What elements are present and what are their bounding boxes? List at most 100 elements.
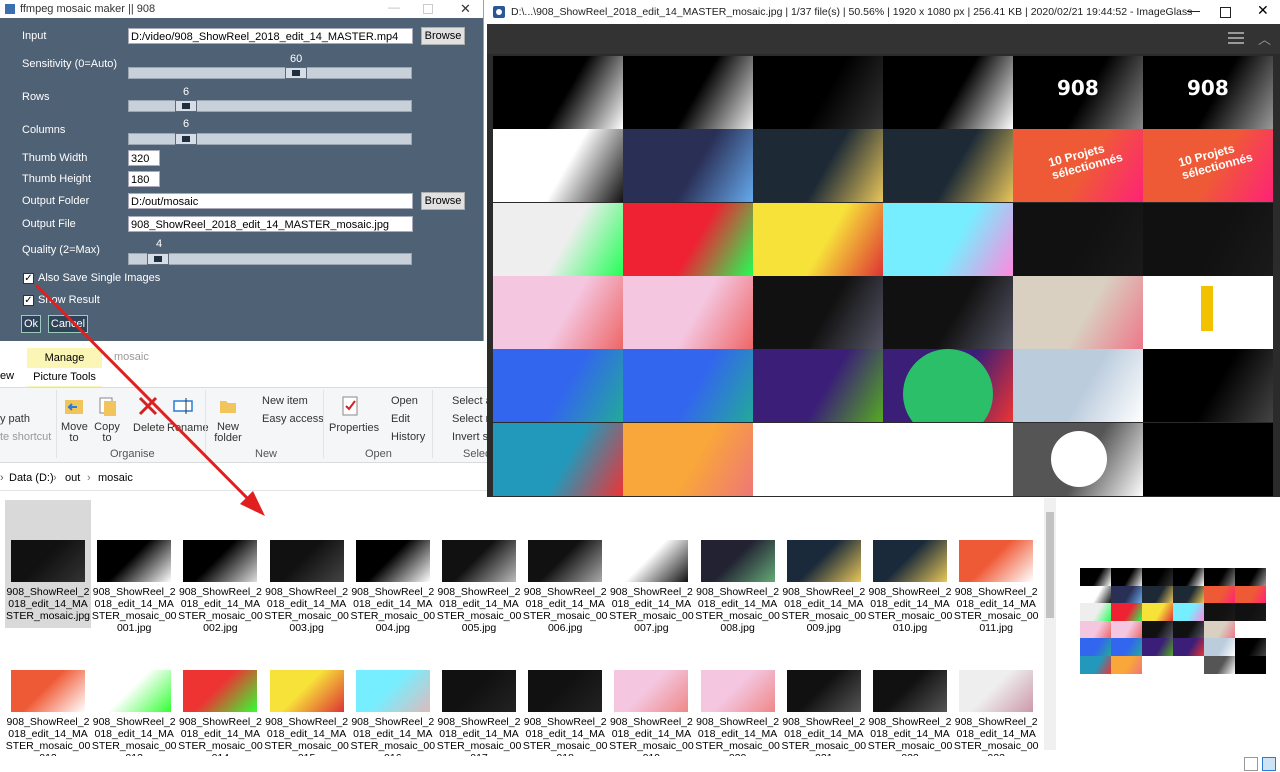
- file-name: 908_ShowReel_2018_edit_14_MASTER_mosaic_…: [609, 586, 694, 634]
- open-button[interactable]: Open: [391, 395, 418, 407]
- mosaic-tile: [1143, 202, 1273, 276]
- file-item[interactable]: 908_ShowReel_2018_edit_14_MASTER_mosaic_…: [867, 630, 953, 764]
- preview-tile: [1111, 568, 1142, 586]
- file-item[interactable]: 908_ShowReel_2018_edit_14_MASTER_mosaic_…: [177, 500, 263, 634]
- file-item[interactable]: 908_ShowReel_2018_edit_14_MASTER_mosaic_…: [953, 630, 1039, 764]
- file-name: 908_ShowReel_2018_edit_14_MASTER_mosaic_…: [91, 586, 177, 634]
- show-result-checkbox[interactable]: ✓: [23, 295, 34, 306]
- rows-slider-handle[interactable]: [175, 100, 197, 112]
- file-item[interactable]: 908_ShowReel_2018_edit_14_MASTER_mosaic_…: [5, 630, 91, 764]
- columns-slider-handle[interactable]: [175, 133, 197, 145]
- breadcrumb-out[interactable]: out: [65, 472, 80, 484]
- cancel-button[interactable]: Cancel: [48, 315, 88, 333]
- browse-output-button[interactable]: Browse: [421, 192, 465, 210]
- file-item[interactable]: 908_ShowReel_2018_edit_14_MASTER_mosaic_…: [695, 500, 781, 634]
- rows-value: 6: [183, 86, 190, 98]
- paste-shortcut-button[interactable]: te shortcut: [0, 431, 51, 443]
- maximize-icon[interactable]: [1220, 7, 1231, 18]
- sensitivity-label: Sensitivity (0=Auto): [22, 58, 118, 70]
- file-item[interactable]: 908_ShowReel_2018_edit_14_MASTER_mosaic.…: [5, 500, 91, 628]
- chevron-up-icon[interactable]: ︿: [1258, 29, 1271, 48]
- file-item[interactable]: 908_ShowReel_2018_edit_14_MASTER_mosaic_…: [867, 500, 953, 634]
- file-item[interactable]: 908_ShowReel_2018_edit_14_MASTER_mosaic_…: [522, 630, 608, 764]
- preview-tile: [1235, 603, 1266, 621]
- input-field[interactable]: D:/video/908_ShowReel_2018_edit_14_MASTE…: [128, 28, 413, 44]
- copy-path-button[interactable]: y path: [0, 413, 30, 425]
- mosaic-tile: [493, 129, 623, 203]
- delete-button[interactable]: Delete: [133, 422, 165, 434]
- rows-slider[interactable]: [128, 100, 412, 112]
- edit-button[interactable]: Edit: [391, 413, 410, 425]
- browse-input-button[interactable]: Browse: [421, 27, 465, 45]
- preview-tile: [1080, 620, 1111, 639]
- quality-value: 4: [156, 238, 163, 250]
- file-item[interactable]: 908_ShowReel_2018_edit_14_MASTER_mosaic_…: [522, 500, 608, 634]
- minimize-icon[interactable]: —: [1187, 3, 1200, 18]
- preview-tile: [1080, 585, 1111, 604]
- properties-button[interactable]: Properties: [329, 422, 379, 434]
- preview-tile: [1080, 568, 1111, 586]
- rename-button[interactable]: Rename: [167, 422, 209, 434]
- file-item[interactable]: 908_ShowReel_2018_edit_14_MASTER_mosaic_…: [91, 500, 177, 634]
- new-item-button[interactable]: New item: [262, 395, 308, 407]
- dialog-maximize-icon[interactable]: [423, 4, 433, 14]
- mosaic-tile: [493, 422, 623, 496]
- output-folder-field[interactable]: D:/out/mosaic: [128, 193, 413, 209]
- tab-manage[interactable]: Manage: [27, 348, 102, 368]
- sensitivity-slider-handle[interactable]: [285, 67, 307, 79]
- new-folder-button[interactable]: New folder: [213, 422, 243, 444]
- file-item[interactable]: 908_ShowReel_2018_edit_14_MASTER_mosaic_…: [781, 500, 867, 634]
- file-name: 908_ShowReel_2018_edit_14_MASTER_mosaic.…: [5, 586, 91, 622]
- preview-tile: [1235, 585, 1266, 604]
- quality-slider[interactable]: [128, 253, 412, 265]
- file-item[interactable]: 908_ShowReel_2018_edit_14_MASTER_mosaic_…: [264, 500, 350, 634]
- move-to-button[interactable]: Move to: [61, 422, 88, 444]
- mosaic-tile-text: 10 Projets sélectionnés: [1176, 141, 1255, 183]
- quality-slider-handle[interactable]: [147, 253, 169, 265]
- file-item[interactable]: 908_ShowReel_2018_edit_14_MASTER_mosaic_…: [695, 630, 781, 764]
- imageglass-title: D:\...\908_ShowReel_2018_edit_14_MASTER_…: [511, 6, 1193, 18]
- history-button[interactable]: History: [391, 431, 425, 443]
- breadcrumb-mosaic[interactable]: mosaic: [98, 472, 133, 484]
- preview-tile: [1080, 656, 1111, 674]
- file-item[interactable]: 908_ShowReel_2018_edit_14_MASTER_mosaic_…: [350, 630, 436, 764]
- preview-tile: [1204, 656, 1235, 674]
- mosaic-tile: [883, 202, 1013, 276]
- dialog-close-icon[interactable]: ✕: [460, 1, 471, 17]
- file-item[interactable]: 908_ShowReel_2018_edit_14_MASTER_mosaic_…: [436, 500, 522, 634]
- menu-icon[interactable]: [1228, 32, 1244, 34]
- vertical-scrollbar[interactable]: [1044, 498, 1056, 750]
- easy-access-button[interactable]: Easy access: [262, 413, 324, 425]
- large-icons-view-icon[interactable]: [1262, 757, 1276, 771]
- file-item[interactable]: 908_ShowReel_2018_edit_14_MASTER_mosaic_…: [953, 500, 1039, 634]
- app-icon: [5, 4, 15, 14]
- output-file-field[interactable]: 908_ShowReel_2018_edit_14_MASTER_mosaic.…: [128, 216, 413, 232]
- file-item[interactable]: 908_ShowReel_2018_edit_14_MASTER_mosaic_…: [177, 630, 263, 764]
- file-name: 908_ShowReel_2018_edit_14_MASTER_mosaic_…: [436, 586, 522, 634]
- details-view-icon[interactable]: [1244, 757, 1258, 771]
- thumb-height-field[interactable]: 180: [128, 171, 160, 187]
- status-bar: [0, 756, 1280, 772]
- file-item[interactable]: 908_ShowReel_2018_edit_14_MASTER_mosaic_…: [436, 630, 522, 764]
- tab-view[interactable]: ew: [0, 370, 14, 382]
- columns-slider[interactable]: [128, 133, 412, 145]
- file-item[interactable]: 908_ShowReel_2018_edit_14_MASTER_mosaic_…: [350, 500, 436, 634]
- preview-tile: [1111, 656, 1142, 674]
- dialog-minimize-icon[interactable]: —: [388, 0, 400, 14]
- thumb-width-field[interactable]: 320: [128, 150, 160, 166]
- file-item[interactable]: 908_ShowReel_2018_edit_14_MASTER_mosaic_…: [264, 630, 350, 764]
- group-new: New: [255, 448, 278, 460]
- sensitivity-slider[interactable]: [128, 67, 412, 79]
- file-item[interactable]: 908_ShowReel_2018_edit_14_MASTER_mosaic_…: [608, 500, 694, 634]
- ok-button[interactable]: Ok: [21, 315, 41, 333]
- mosaic-image: 908 908 10 Projets sélectionnés 10 Projets …: [493, 56, 1273, 496]
- close-icon[interactable]: ✕: [1257, 2, 1269, 19]
- file-item[interactable]: 908_ShowReel_2018_edit_14_MASTER_mosaic_…: [781, 630, 867, 764]
- delete-icon: [137, 395, 159, 417]
- file-item[interactable]: 908_ShowReel_2018_edit_14_MASTER_mosaic_…: [608, 630, 694, 764]
- save-single-checkbox[interactable]: ✓: [23, 273, 34, 284]
- file-item[interactable]: 908_ShowReel_2018_edit_14_MASTER_mosaic_…: [91, 630, 177, 764]
- copy-to-button[interactable]: Copy to: [94, 422, 120, 444]
- breadcrumb-drive[interactable]: Data (D:): [9, 472, 54, 484]
- output-file-label: Output File: [22, 218, 76, 230]
